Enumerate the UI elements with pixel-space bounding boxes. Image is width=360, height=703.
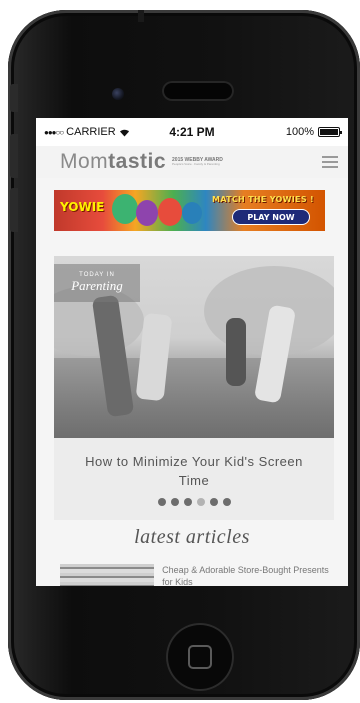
status-left: ●●●○○ CARRIER: [44, 126, 154, 138]
featured-slide-caption: How to Minimize Your Kid's Screen Time: [54, 438, 334, 520]
earpiece-speaker: [162, 81, 234, 101]
signal-strength-icon: ●●●○○: [44, 127, 64, 137]
ad-character-blue: [182, 202, 202, 224]
logo-text-bold: tastic: [108, 150, 167, 173]
wifi-icon: [119, 129, 129, 136]
carrier-name: CARRIER: [66, 126, 116, 138]
ad-brand-logo: YOWIE: [60, 200, 105, 214]
status-right: 100%: [230, 126, 342, 138]
today-in-parenting-tag: TODAY IN Parenting: [54, 264, 140, 302]
mute-switch: [10, 84, 18, 112]
ad-character-purple: [136, 200, 158, 226]
ad-character-green: [112, 194, 138, 224]
award-subtitle: People's Voice · Family & Parenting: [172, 162, 220, 166]
status-time: 4:21 PM: [169, 125, 215, 139]
momtastic-logo[interactable]: Mom tastic: [60, 150, 166, 174]
article-title[interactable]: Cheap & Adorable Store-Bought Presents f…: [162, 564, 330, 586]
phone-screen: ●●●○○ CARRIER 4:21 PM 100% Mom tastic 201…: [36, 118, 348, 586]
featured-article-title[interactable]: How to Minimize Your Kid's Screen Time: [84, 452, 304, 490]
ad-play-now-button[interactable]: PLAY NOW: [232, 209, 310, 225]
tag-large-text: Parenting: [71, 278, 123, 293]
slider-dot[interactable]: [170, 498, 179, 506]
battery-icon: [317, 127, 342, 137]
running-child: [226, 318, 246, 386]
status-bar: ●●●○○ CARRIER 4:21 PM 100%: [36, 118, 348, 146]
slider-dot[interactable]: [183, 498, 192, 506]
featured-slide-image[interactable]: TODAY IN Parenting: [54, 256, 334, 438]
volume-down-button: [10, 188, 18, 232]
ad-banner[interactable]: YOWIE MATCH THE YOWIES ! PLAY NOW: [54, 190, 325, 231]
home-square-icon: [188, 645, 212, 669]
slider-dot[interactable]: [222, 498, 231, 506]
slider-dot[interactable]: [157, 498, 166, 506]
latest-articles-heading: latest articles: [134, 526, 250, 548]
article-thumbnail[interactable]: [60, 564, 155, 586]
home-button[interactable]: [166, 623, 234, 691]
power-button: [138, 10, 144, 22]
logo-text-light: Mom: [60, 150, 109, 173]
ad-character-red: [158, 198, 182, 226]
site-header: Mom tastic 2015 WEBBY AWARD People's Voic…: [36, 146, 348, 178]
webby-award-badge: 2015 WEBBY AWARD People's Voice · Family…: [172, 158, 223, 166]
hamburger-menu-icon[interactable]: [322, 156, 338, 168]
front-camera-icon: [112, 88, 124, 100]
battery-percent: 100%: [285, 126, 314, 138]
slider-dot[interactable]: [196, 498, 205, 506]
list-item[interactable]: Cheap & Adorable Store-Bought Presents f…: [60, 564, 330, 586]
slider-pagination: [157, 498, 231, 506]
slider-dot[interactable]: [209, 498, 218, 506]
volume-up-button: [10, 134, 18, 178]
ad-headline: MATCH THE YOWIES !: [212, 195, 314, 204]
